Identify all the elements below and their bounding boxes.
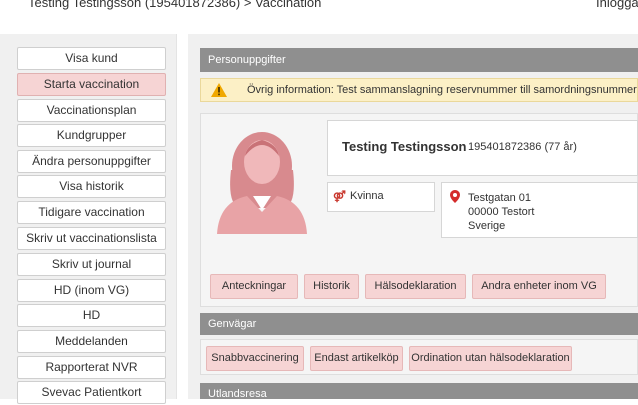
genvagar-header[interactable]: Genvägar bbox=[200, 313, 638, 335]
sidebar-item-skriv-ut-journal[interactable]: Skriv ut journal bbox=[17, 253, 166, 276]
warning-banner: Övrig information: Test sammanslagning r… bbox=[200, 78, 638, 102]
personuppgifter-title: Personuppgifter bbox=[208, 54, 286, 66]
sidebar-item-svevac-patientkort[interactable]: Svevac Patientkort bbox=[17, 381, 166, 404]
sidebar-item-andra-personuppgifter[interactable]: Ändra personuppgifter bbox=[17, 150, 166, 173]
warning-icon bbox=[211, 83, 227, 97]
warning-text: Övrig information: Test sammanslagning r… bbox=[247, 84, 638, 96]
breadcrumb: Testing Testingsson (195401872386) > Vac… bbox=[28, 0, 322, 10]
location-pin-icon bbox=[450, 190, 460, 203]
sidebar-item-hd[interactable]: HD bbox=[17, 304, 166, 327]
sidebar-item-tidigare-vaccination[interactable]: Tidigare vaccination bbox=[17, 201, 166, 224]
sidebar-item-vaccinationsplan[interactable]: Vaccinationsplan bbox=[17, 99, 166, 122]
patient-avatar-icon bbox=[217, 132, 307, 234]
sidebar-item-hd-inom-vg[interactable]: HD (inom VG) bbox=[17, 279, 166, 302]
sidebar-item-meddelanden[interactable]: Meddelanden bbox=[17, 330, 166, 353]
patient-gender: Kvinna bbox=[350, 190, 384, 202]
address-line-3: Sverige bbox=[468, 220, 506, 232]
address-line-1: Testgatan 01 bbox=[468, 192, 531, 204]
login-status: Inloggad bbox=[596, 0, 638, 10]
ordination-button[interactable]: Ordination utan hälsodeklaration bbox=[409, 346, 572, 371]
halsodeklaration-button[interactable]: Hälsodeklaration bbox=[365, 274, 466, 299]
genvagar-title: Genvägar bbox=[208, 318, 257, 330]
sidebar-item-skriv-ut-vaccinationslista[interactable]: Skriv ut vaccinationslista bbox=[17, 227, 166, 250]
sidebar-item-kundgrupper[interactable]: Kundgrupper bbox=[17, 124, 166, 147]
sidebar-item-rapporterat-nvr[interactable]: Rapporterat NVR bbox=[17, 356, 166, 379]
personuppgifter-header[interactable]: Personuppgifter bbox=[200, 48, 638, 72]
sidebar-item-visa-historik[interactable]: Visa historik bbox=[17, 175, 166, 198]
snabbvaccinering-button[interactable]: Snabbvaccinering bbox=[206, 346, 304, 371]
andra-enheter-button[interactable]: Andra enheter inom VG bbox=[472, 274, 606, 299]
utlandsresa-header[interactable]: Utlandsresa bbox=[200, 383, 638, 400]
gender-icon: ⚤ bbox=[333, 191, 346, 203]
top-bar: Testing Testingsson (195401872386) > Vac… bbox=[0, 0, 638, 22]
endast-artikelkop-button[interactable]: Endast artikelköp bbox=[310, 346, 403, 371]
anteckningar-button[interactable]: Anteckningar bbox=[210, 274, 298, 299]
sidebar-item-visa-kund[interactable]: Visa kund bbox=[17, 47, 166, 70]
patient-id-age: 195401872386 (77 år) bbox=[468, 141, 577, 153]
historik-button[interactable]: Historik bbox=[304, 274, 359, 299]
sidebar-item-starta-vaccination[interactable]: Starta vaccination bbox=[17, 73, 166, 96]
utlandsresa-title: Utlandsresa bbox=[208, 388, 267, 400]
address-line-2: 00000 Testort bbox=[468, 206, 535, 218]
patient-name: Testing Testingsson bbox=[342, 139, 467, 154]
